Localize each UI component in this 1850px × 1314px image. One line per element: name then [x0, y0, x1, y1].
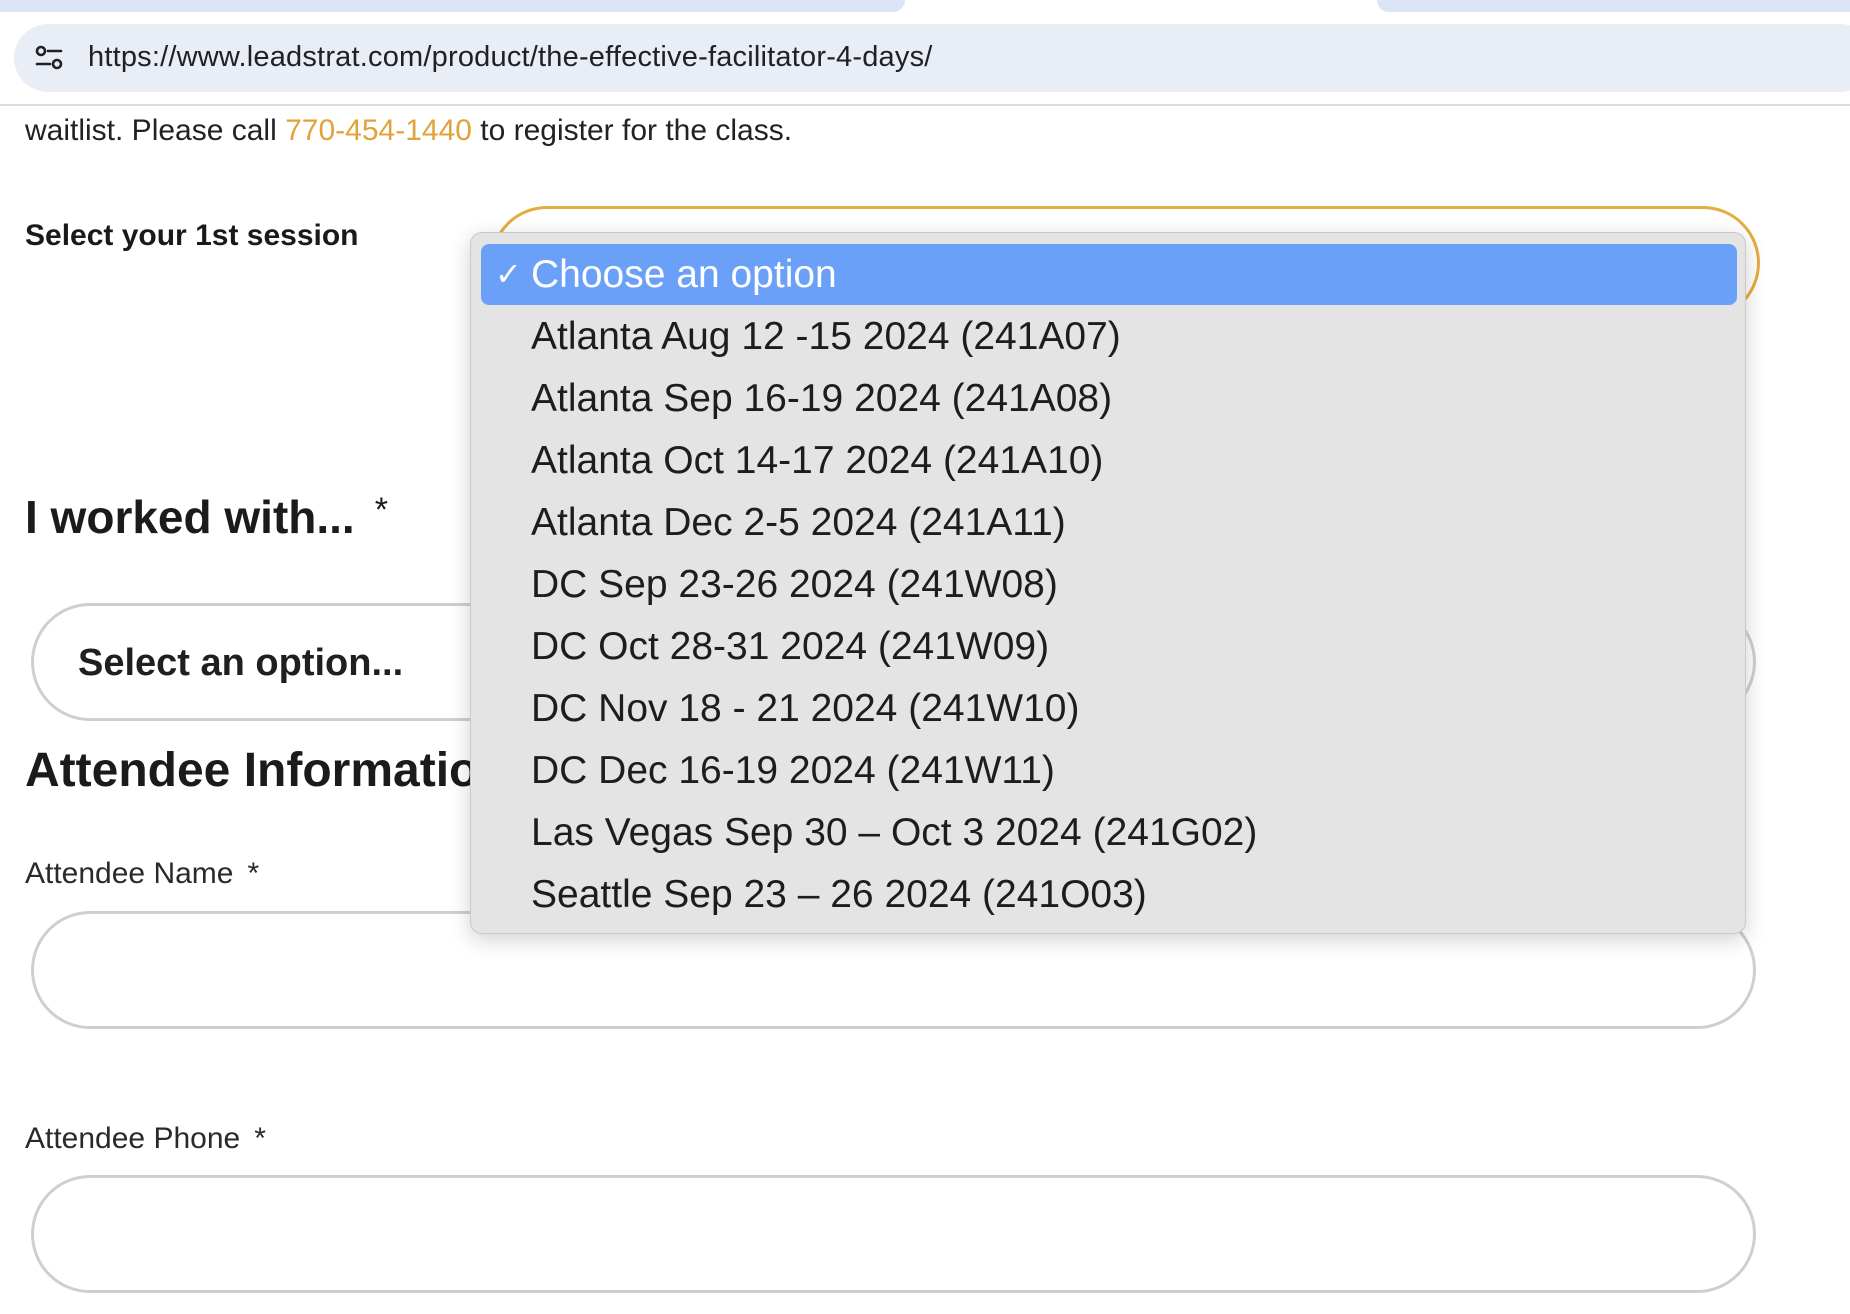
- dropdown-option-label: Atlanta Sep 16-19 2024 (241A08): [531, 377, 1113, 420]
- waitlist-notice: waitlist. Please call 770-454-1440 to re…: [25, 114, 792, 148]
- dropdown-option[interactable]: Las Vegas Sep 30 – Oct 3 2024 (241G02): [481, 802, 1737, 863]
- required-marker: *: [374, 491, 388, 529]
- dropdown-option[interactable]: Seattle Sep 23 – 26 2024 (241O03): [481, 864, 1737, 925]
- attendee-phone-label: Attendee Phone *: [25, 1122, 266, 1156]
- phone-link[interactable]: 770-454-1440: [285, 114, 472, 147]
- browser-tab-right[interactable]: [1377, 0, 1850, 12]
- notice-text-before: waitlist. Please call: [25, 114, 286, 147]
- session-dropdown-menu[interactable]: ✓ Choose an option Atlanta Aug 12 -15 2024…: [470, 232, 1746, 934]
- attendee-name-label: Attendee Name *: [25, 857, 259, 891]
- required-marker: *: [247, 857, 260, 890]
- worked-with-select-value: Select an option...: [78, 642, 404, 684]
- dropdown-option-label: Las Vegas Sep 30 – Oct 3 2024 (241G02): [531, 811, 1258, 854]
- dropdown-option[interactable]: Atlanta Sep 16-19 2024 (241A08): [481, 368, 1737, 429]
- dropdown-option-label: Atlanta Aug 12 -15 2024 (241A07): [531, 315, 1121, 358]
- attendee-name-label-text: Attendee Name: [25, 857, 234, 890]
- tune-icon[interactable]: [34, 43, 64, 73]
- dropdown-option-label: DC Sep 23-26 2024 (241W08): [531, 563, 1058, 606]
- session-label: Select your 1st session: [25, 219, 359, 252]
- toolbar-divider: [0, 104, 1850, 106]
- attendee-phone-input[interactable]: [31, 1175, 1756, 1293]
- dropdown-option-label: DC Nov 18 - 21 2024 (241W10): [531, 687, 1080, 730]
- dropdown-option[interactable]: DC Oct 28-31 2024 (241W09): [481, 616, 1737, 677]
- dropdown-option-label: Atlanta Oct 14-17 2024 (241A10): [531, 439, 1104, 482]
- notice-text-after: to register for the class.: [471, 114, 793, 147]
- address-bar[interactable]: https://www.leadstrat.com/product/the-ef…: [14, 24, 1850, 92]
- dropdown-option[interactable]: Atlanta Oct 14-17 2024 (241A10): [481, 430, 1737, 491]
- attendee-info-heading: Attendee Information: [25, 744, 508, 797]
- dropdown-option-label: Atlanta Dec 2-5 2024 (241A11): [531, 501, 1066, 544]
- checkmark-icon: ✓: [495, 256, 522, 292]
- dropdown-option[interactable]: DC Nov 18 - 21 2024 (241W10): [481, 678, 1737, 739]
- attendee-phone-label-text: Attendee Phone: [25, 1122, 241, 1155]
- dropdown-option-label: Seattle Sep 23 – 26 2024 (241O03): [531, 873, 1147, 916]
- dropdown-option[interactable]: ✓ Choose an option: [481, 244, 1737, 305]
- dropdown-option[interactable]: Atlanta Dec 2-5 2024 (241A11): [481, 492, 1737, 553]
- dropdown-option-label: Choose an option: [531, 253, 837, 296]
- dropdown-option[interactable]: DC Sep 23-26 2024 (241W08): [481, 554, 1737, 615]
- tab-strip: [0, 0, 1850, 24]
- dropdown-option[interactable]: Atlanta Aug 12 -15 2024 (241A07): [481, 306, 1737, 367]
- worked-with-heading: I worked with... *: [25, 490, 388, 544]
- browser-tab-left[interactable]: [0, 0, 905, 12]
- url-text[interactable]: https://www.leadstrat.com/product/the-ef…: [88, 41, 933, 74]
- dropdown-option-label: DC Oct 28-31 2024 (241W09): [531, 625, 1050, 668]
- required-marker: *: [254, 1122, 266, 1155]
- dropdown-option-label: DC Dec 16-19 2024 (241W11): [531, 749, 1055, 792]
- dropdown-option[interactable]: DC Dec 16-19 2024 (241W11): [481, 740, 1737, 801]
- worked-with-heading-text: I worked with...: [25, 491, 355, 543]
